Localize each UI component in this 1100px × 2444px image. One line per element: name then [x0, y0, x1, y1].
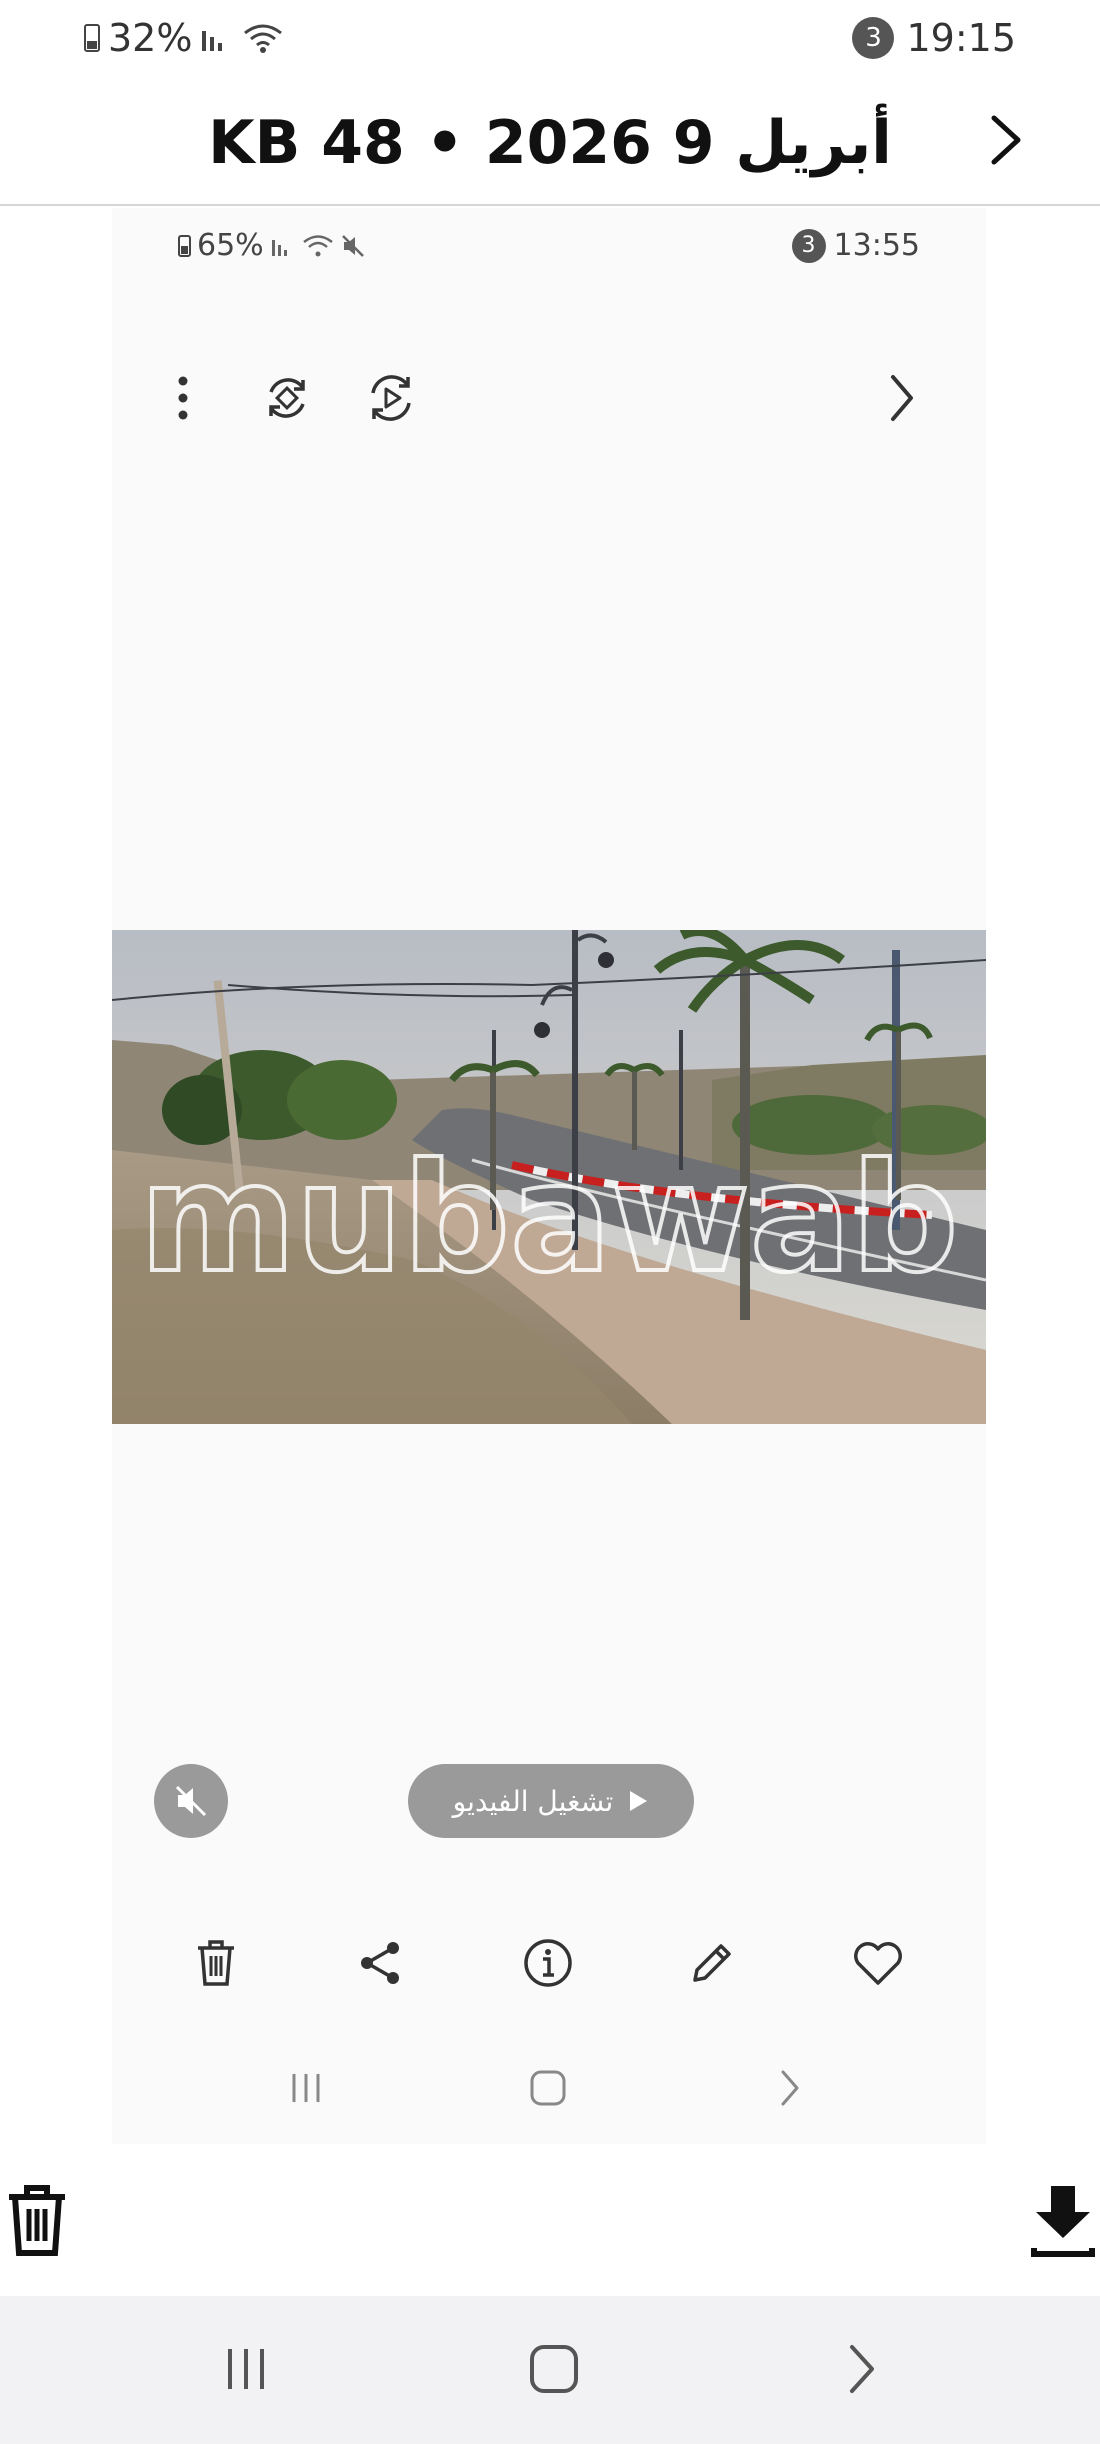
notification-badge: 3 [791, 228, 826, 263]
inner-status-right: 3 13:55 [791, 228, 920, 263]
wifi-icon [302, 234, 333, 256]
favorite-icon [854, 1942, 902, 1985]
more-options-button[interactable] [148, 358, 218, 438]
battery-icon [84, 24, 100, 52]
recents-icon [228, 2349, 264, 2389]
embedded-screenshot: 65% 3 13:55 mubawab تشغيل الفيديو [112, 208, 986, 2144]
inner-toolbar [112, 358, 986, 438]
inner-info-button[interactable] [508, 1918, 588, 2008]
signal-icon [271, 239, 287, 256]
more-vert-icon [178, 376, 188, 420]
inner-battery-level: 65% [197, 228, 264, 263]
home-icon [530, 2070, 566, 2106]
inner-back-button[interactable] [750, 2048, 830, 2128]
inner-delete-button[interactable] [176, 1918, 256, 2008]
share-icon [361, 1942, 399, 1984]
landscape-image: mubawab [112, 930, 986, 1424]
inner-action-bar [112, 1918, 986, 2008]
inner-navigation-bar [112, 2048, 986, 2128]
battery-icon [178, 234, 191, 257]
back-icon [781, 2070, 799, 2106]
inner-recents-button[interactable] [266, 2048, 346, 2128]
inner-favorite-button[interactable] [838, 1918, 918, 2008]
signal-icon [202, 31, 223, 51]
inner-share-button[interactable] [340, 1918, 420, 2008]
rotate-button[interactable] [252, 358, 322, 438]
inner-status-bar: 65% 3 13:55 [112, 218, 986, 278]
inner-clock: 13:55 [833, 228, 920, 263]
page-header: KB 48 • 2026 أبريل 9 [0, 80, 1100, 206]
mute-toggle-button[interactable] [154, 1764, 228, 1838]
home-button[interactable] [504, 2324, 604, 2414]
download-icon [1031, 2186, 1095, 2257]
battery-level: 32% [108, 16, 193, 60]
recents-icon [292, 2074, 320, 2102]
status-right: 3 19:15 [852, 16, 1016, 60]
delete-button[interactable] [0, 2170, 82, 2270]
chevron-right-icon [891, 375, 913, 421]
mute-icon [341, 234, 364, 257]
play-video-button[interactable]: تشغيل الفيديو [408, 1764, 694, 1838]
play-icon [630, 1791, 648, 1811]
recents-button[interactable] [196, 2324, 296, 2414]
property-photo[interactable]: mubawab [112, 930, 986, 1424]
motion-photo-button[interactable] [356, 358, 426, 438]
delete-icon [198, 1940, 234, 1986]
watermark: mubawab [140, 1132, 959, 1306]
system-navigation-bar [0, 2296, 1100, 2444]
wifi-icon [244, 24, 283, 53]
notification-badge: 3 [852, 17, 895, 59]
download-button[interactable] [1018, 2170, 1100, 2270]
inner-status-left: 65% [178, 228, 366, 263]
motion-photo-icon [371, 375, 411, 421]
page-title: KB 48 • 2026 أبريل 9 [208, 108, 892, 178]
edit-icon [693, 1944, 731, 1982]
delete-icon [9, 2185, 65, 2256]
rotate-icon [269, 378, 305, 418]
inner-home-button[interactable] [508, 2048, 588, 2128]
back-icon [850, 2345, 874, 2393]
chevron-right-icon[interactable] [976, 110, 1036, 170]
status-left: 32% [84, 16, 284, 60]
home-icon [530, 2345, 578, 2393]
inner-edit-button[interactable] [672, 1918, 752, 2008]
volume-off-icon [175, 1785, 207, 1817]
back-button[interactable] [812, 2324, 912, 2414]
clock: 19:15 [906, 16, 1016, 60]
bottom-action-bar [0, 2170, 1100, 2296]
play-video-label: تشغيل الفيديو [452, 1784, 614, 1818]
next-button[interactable] [866, 358, 936, 438]
info-icon [524, 1939, 572, 1987]
status-bar: 32% 3 19:15 [0, 0, 1100, 80]
